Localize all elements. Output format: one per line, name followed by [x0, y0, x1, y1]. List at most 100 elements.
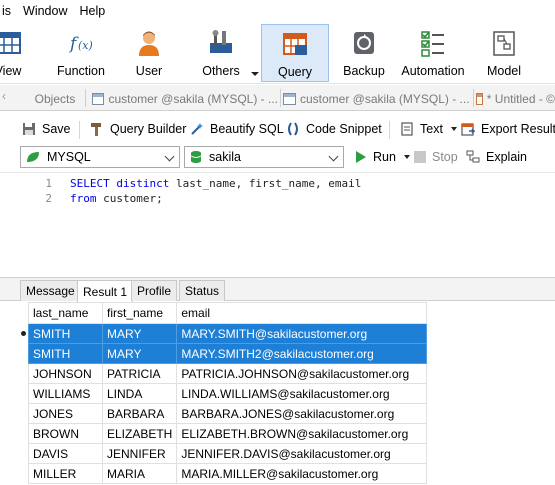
menu-bar: is Window Help — [0, 0, 555, 22]
line-number: 1 — [45, 177, 52, 190]
result-tabs: Message Result 1 Profile Status — [0, 277, 555, 302]
others-dropdown-caret-icon[interactable] — [251, 72, 259, 76]
tab-separator — [473, 89, 474, 107]
hammer-icon — [91, 123, 101, 136]
toolbar-view-button[interactable]: View — [0, 24, 30, 82]
table-cell[interactable]: JENNIFER — [101, 443, 178, 464]
toolbar-query-button[interactable]: Query — [261, 24, 329, 82]
toolbar-automation-button[interactable]: Automation — [399, 24, 467, 82]
toolbar-model-button[interactable]: Model — [480, 24, 528, 82]
save-button[interactable]: Save — [22, 120, 71, 138]
table-cell[interactable]: BARBARA.JONES@sakilacustomer.org — [176, 403, 428, 424]
text-mode-button[interactable]: Text — [400, 120, 457, 138]
toolbar-user-button[interactable]: User — [124, 24, 174, 82]
column-header[interactable]: last_name — [28, 302, 103, 324]
sql-keyword: SELECT distinct — [70, 177, 170, 190]
text-document-icon — [401, 122, 413, 136]
query-builder-label: Query Builder — [110, 122, 187, 136]
database-icon — [190, 151, 202, 163]
table-cell[interactable]: PATRICIA — [101, 363, 178, 384]
table-row[interactable]: JONES BARBARA BARBARA.JONES@sakilacustom… — [28, 403, 428, 424]
menu-item-window[interactable]: Window — [17, 4, 73, 18]
table-cell[interactable]: MARIA — [101, 463, 178, 484]
run-button[interactable]: Run — [353, 148, 410, 166]
beautify-sql-label: Beautify SQL — [210, 122, 284, 136]
beautify-sql-button[interactable]: Beautify SQL — [190, 120, 284, 138]
query-toolbar: Save Query Builder Beautify SQL Code Sni… — [0, 113, 555, 143]
function-fx-icon: f (x) — [68, 34, 93, 54]
connection-select[interactable]: MYSQL — [20, 146, 180, 168]
editor-gutter: 1 2 — [0, 173, 60, 274]
explain-icon — [466, 150, 480, 163]
table-cell[interactable]: JOHNSON — [28, 363, 103, 384]
tab-customer-2[interactable]: customer @sakila (MYSQL) - ... — [283, 88, 471, 110]
table-cell[interactable]: MARY — [101, 343, 178, 364]
toolbar-backup-button[interactable]: Backup — [338, 24, 390, 82]
database-select[interactable]: sakila — [184, 146, 344, 168]
table-row[interactable]: WILLIAMS LINDA LINDA.WILLIAMS@sakilacust… — [28, 383, 428, 404]
tab-scroll-left-icon[interactable]: ‹ — [2, 89, 16, 105]
table-tab-icon — [92, 93, 105, 105]
table-cell[interactable]: LINDA.WILLIAMS@sakilacustomer.org — [176, 383, 428, 404]
table-cell[interactable]: JENNIFER.DAVIS@sakilacustomer.org — [176, 443, 428, 464]
toolbar-others-button[interactable]: Others — [192, 24, 250, 82]
table-cell[interactable]: PATRICIA.JOHNSON@sakilacustomer.org — [176, 363, 428, 384]
export-icon — [461, 123, 475, 136]
table-view-icon — [0, 32, 21, 54]
code-snippet-button[interactable]: Code Snippet — [286, 120, 382, 138]
stop-button[interactable]: Stop — [414, 148, 458, 166]
query-builder-button[interactable]: Query Builder — [90, 120, 186, 138]
table-row[interactable]: BROWN ELIZABETH ELIZABETH.BROWN@sakilacu… — [28, 423, 428, 444]
table-cell[interactable]: SMITH — [28, 323, 103, 344]
column-header[interactable]: first_name — [101, 302, 178, 324]
table-row[interactable]: SMITH MARY MARY.SMITH@sakilacustomer.org — [28, 323, 428, 344]
tab-objects[interactable]: Objects — [30, 88, 80, 110]
table-cell[interactable]: SMITH — [28, 343, 103, 364]
menu-item-tools[interactable]: is — [0, 4, 17, 18]
explain-label: Explain — [486, 150, 527, 164]
toolbar-function-button[interactable]: f (x) Function — [50, 24, 112, 82]
connection-value: MYSQL — [47, 150, 91, 164]
tab-result-1[interactable]: Result 1 — [77, 280, 134, 302]
table-row[interactable]: JOHNSON PATRICIA PATRICIA.JOHNSON@sakila… — [28, 363, 428, 384]
table-cell[interactable]: WILLIAMS — [28, 383, 103, 404]
table-cell[interactable]: DAVIS — [28, 443, 103, 464]
tab-message[interactable]: Message — [20, 280, 81, 301]
table-cell[interactable]: JONES — [28, 403, 103, 424]
tab-customer-1-label: customer @sakila (MYSQL) - ... — [108, 92, 278, 106]
table-cell[interactable]: BARBARA — [101, 403, 178, 424]
table-cell[interactable]: MARY — [101, 323, 178, 344]
model-icon — [493, 31, 515, 56]
table-cell[interactable]: LINDA — [101, 383, 178, 404]
sql-keyword: from — [70, 192, 97, 205]
backup-icon — [354, 32, 374, 54]
table-cell[interactable]: MILLER — [28, 463, 103, 484]
table-cell[interactable]: BROWN — [28, 423, 103, 444]
run-caret-icon[interactable] — [403, 155, 410, 159]
table-row[interactable]: MILLER MARIA MARIA.MILLER@sakilacustomer… — [28, 463, 428, 484]
explain-button[interactable]: Explain — [466, 148, 527, 166]
table-cell[interactable]: MARY.SMITH2@sakilacustomer.org — [176, 343, 428, 364]
text-mode-label: Text — [420, 122, 443, 136]
column-header[interactable]: email — [176, 302, 428, 324]
table-cell[interactable]: MARIA.MILLER@sakilacustomer.org — [176, 463, 428, 484]
tab-profile[interactable]: Profile — [131, 280, 178, 301]
sql-editor[interactable]: 1 2 SELECT distinct last_name, first_nam… — [0, 172, 555, 274]
table-cell[interactable]: MARY.SMITH@sakilacustomer.org — [176, 323, 428, 344]
table-row[interactable]: DAVIS JENNIFER JENNIFER.DAVIS@sakilacust… — [28, 443, 428, 464]
table-row[interactable]: SMITH MARY MARY.SMITH2@sakilacustomer.or… — [28, 343, 428, 364]
export-result-button[interactable]: Export Result — [461, 120, 555, 138]
tools-icon — [210, 30, 232, 53]
user-icon — [139, 31, 159, 56]
result-grid[interactable]: last_name first_name email SMITH MARY MA… — [0, 302, 555, 485]
table-cell[interactable]: ELIZABETH — [101, 423, 178, 444]
menu-item-help[interactable]: Help — [74, 4, 112, 18]
database-value: sakila — [209, 150, 241, 164]
tab-customer-1[interactable]: customer @sakila (MYSQL) - ... — [92, 88, 278, 110]
tab-status[interactable]: Status — [179, 280, 226, 301]
tab-customer-2-label: customer @sakila (MYSQL) - ... — [300, 92, 470, 106]
text-mode-caret-icon[interactable] — [450, 127, 457, 131]
toolbar-separator — [389, 121, 390, 139]
table-cell[interactable]: ELIZABETH.BROWN@sakilacustomer.org — [176, 423, 428, 444]
tab-untitled[interactable]: * Untitled - © — [476, 88, 555, 110]
